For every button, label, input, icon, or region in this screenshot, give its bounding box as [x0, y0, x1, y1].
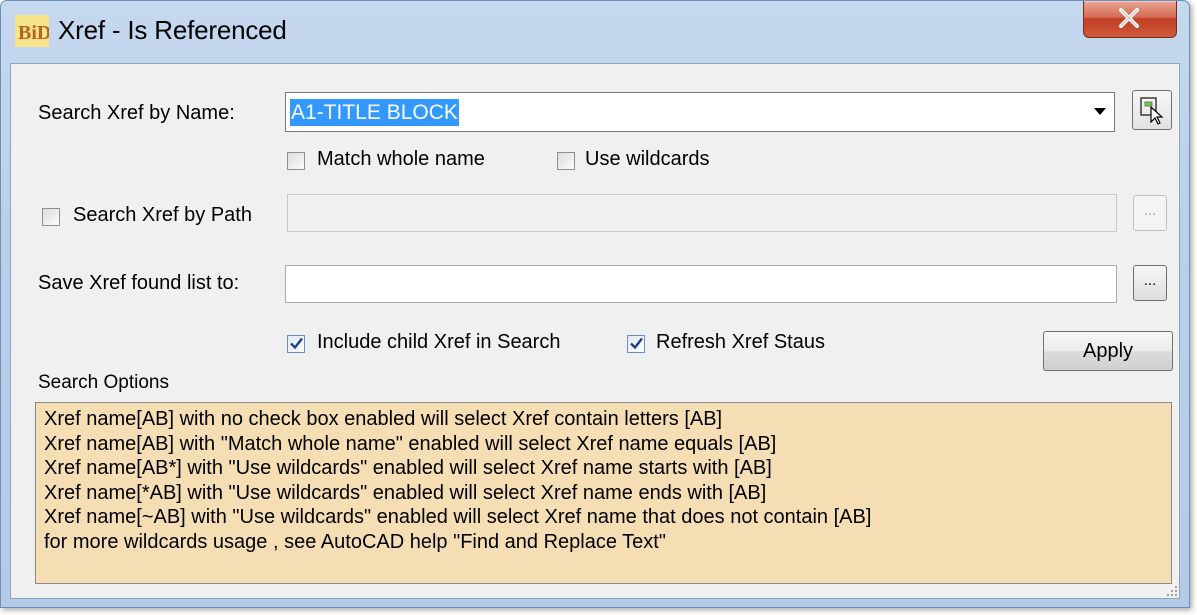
use-wildcards-checkbox[interactable] [557, 152, 575, 170]
search-name-value[interactable]: A1-TITLE BLOCK [290, 99, 459, 126]
chevron-down-icon[interactable] [1094, 108, 1106, 115]
match-whole-name-label: Match whole name [317, 148, 485, 170]
checkmark-icon [290, 337, 303, 350]
use-wildcards-label: Use wildcards [585, 148, 710, 170]
dialog-client-area: Search Xref by Name: A1-TITLE BLOCK Matc… [10, 63, 1180, 599]
search-name-label: Search Xref by Name: [38, 102, 235, 124]
include-child-checkbox[interactable] [287, 335, 305, 353]
options-line: Xref name[AB] with "Match whole name" en… [44, 432, 777, 455]
search-options-textbox[interactable]: Xref name[AB] with no check box enabled … [35, 402, 1172, 584]
search-name-combobox[interactable]: A1-TITLE BLOCK [285, 92, 1115, 132]
save-list-label: Save Xref found list to: [38, 272, 240, 294]
options-line: Xref name[AB] with no check box enabled … [44, 408, 723, 430]
refresh-status-label: Refresh Xref Staus [656, 331, 825, 353]
search-options-label: Search Options [38, 372, 169, 393]
search-path-checkbox[interactable] [42, 208, 60, 226]
close-button[interactable] [1083, 1, 1177, 38]
search-path-input[interactable] [287, 194, 1117, 232]
options-line: Xref name[*AB] with "Use wildcards" enab… [44, 481, 767, 504]
save-list-input[interactable] [285, 265, 1117, 303]
search-path-label: Search Xref by Path [73, 204, 252, 226]
match-whole-name-checkbox[interactable] [287, 152, 305, 170]
include-child-label: Include child Xref in Search [317, 331, 561, 353]
dialog-window: BiD Xref - Is Referenced Search Xref by … [0, 0, 1190, 608]
browse-save-button[interactable]: ... [1133, 265, 1167, 301]
checkmark-icon [630, 337, 643, 350]
apply-button[interactable]: Apply [1043, 331, 1173, 371]
svg-text:BiD: BiD [18, 22, 49, 44]
options-line: Xref name[AB*] with "Use wildcards" enab… [44, 457, 772, 479]
title-bar[interactable]: BiD Xref - Is Referenced [1, 1, 1189, 61]
close-icon [1119, 8, 1139, 28]
browse-path-button[interactable]: ... [1133, 195, 1167, 231]
window-title: Xref - Is Referenced [58, 15, 287, 45]
pick-xref-button[interactable] [1132, 90, 1172, 130]
resize-grip-icon[interactable] [1166, 585, 1178, 597]
options-line: for more wildcards usage , see AutoCAD h… [44, 530, 666, 553]
select-object-icon [1140, 97, 1164, 125]
options-line: Xref name[~AB] with "Use wildcards" enab… [44, 506, 872, 528]
refresh-status-checkbox[interactable] [627, 335, 645, 353]
bid-app-icon: BiD [15, 15, 49, 47]
